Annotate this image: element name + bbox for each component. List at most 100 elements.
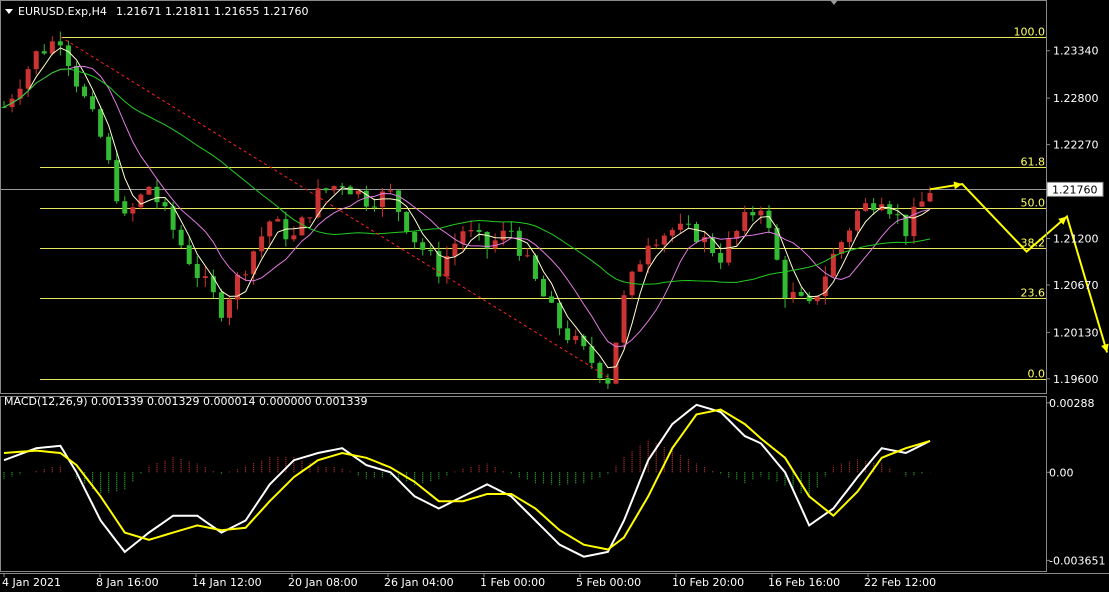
candle-body (758, 210, 764, 216)
candle-body (492, 240, 498, 249)
candle-body (573, 335, 579, 341)
candle-body (57, 41, 63, 46)
candle-body (919, 201, 925, 207)
macd-panel-frame (0, 396, 1047, 572)
candle-body (106, 136, 112, 161)
candle-body (162, 202, 168, 207)
candle-body (98, 109, 104, 137)
candle-body (339, 186, 345, 188)
candle-body (65, 45, 71, 66)
time-tick-label: 26 Jan 04:00 (384, 576, 454, 589)
candle-body (677, 223, 683, 230)
candle-body (307, 217, 313, 219)
candle-body (347, 186, 353, 195)
candle-body (122, 201, 128, 214)
candle-body (653, 244, 659, 246)
candle-body (790, 292, 796, 299)
candle-body (178, 229, 184, 246)
macd-tick-label: -0.003651 (1049, 554, 1105, 567)
candle-body (871, 203, 877, 211)
candle-body (621, 295, 627, 343)
axes: 1.23340 1.22800 1.22270 1.21760 1.21200 1.206… (0, 0, 1109, 589)
triangle-down-icon (5, 9, 13, 14)
candle-body (275, 219, 281, 222)
candle-body (887, 204, 893, 215)
time-tick-label: 1 Feb 00:00 (480, 576, 545, 589)
candle-body (371, 206, 377, 208)
candle-body (468, 230, 474, 232)
candle-body (524, 255, 530, 257)
candle-body (259, 236, 265, 252)
macd-tick-label: 0.00288 (1049, 397, 1095, 410)
candle-body (549, 296, 555, 303)
candle-body (605, 378, 611, 384)
price-tick-label: 1.21200 (1053, 232, 1099, 245)
candle-body (267, 221, 273, 237)
forecast-arrowhead-icon (953, 181, 963, 190)
price-tick-label: 1.19600 (1053, 373, 1099, 386)
time-tick-label: 5 Feb 00:00 (576, 576, 641, 589)
candle-body (661, 235, 667, 245)
current-price-label: 1.21760 (1052, 183, 1098, 196)
candle-body (750, 212, 756, 216)
candle-body (500, 230, 506, 241)
time-tick-label: 20 Jan 08:00 (288, 576, 358, 589)
candle-body (420, 242, 426, 250)
candle-body (90, 96, 96, 110)
candle-body (388, 190, 394, 192)
time-tick-label: 4 Jan 2021 (2, 576, 61, 589)
candle-body (202, 276, 208, 279)
signal-line (3, 408, 931, 551)
candle-body (565, 328, 571, 341)
candle-body (927, 193, 933, 202)
candle-body (460, 231, 466, 244)
macd-title: MACD(12,26,9) 0.001339 0.001329 0.000014… (4, 395, 367, 408)
candle-body (33, 51, 39, 70)
candle-body (323, 188, 329, 191)
time-tick-label: 22 Feb 12:00 (864, 576, 936, 589)
candle-body (855, 210, 861, 231)
candle-body (428, 249, 434, 252)
candle-body (146, 186, 152, 195)
candle-body (846, 230, 852, 243)
fib-label-0.0: 0.0 (1028, 368, 1046, 381)
price-chart[interactable]: 100.061.850.038.223.60.0 1.233401.228001… (0, 0, 1109, 592)
macd-tick-label: 0.00 (1049, 466, 1074, 479)
ma-fast-line (3, 47, 931, 369)
fib-label-61.8: 61.8 (1021, 156, 1046, 169)
candle-body (444, 256, 450, 277)
candle-body (73, 65, 79, 87)
candle-body (798, 292, 804, 296)
shift-marker-icon (830, 0, 838, 5)
candle-body (782, 259, 788, 299)
candle-body (291, 235, 297, 240)
candle-body (742, 212, 748, 231)
candle-body (637, 264, 643, 272)
time-tick-label: 8 Jan 16:00 (96, 576, 159, 589)
candle-body (243, 274, 249, 276)
candle-body (82, 86, 88, 97)
candle-body (412, 231, 418, 243)
candle-body (299, 217, 305, 236)
candle-body (645, 245, 651, 265)
fib-label-100.0: 100.0 (1014, 26, 1046, 39)
candle-body (540, 278, 546, 297)
price-tick-label: 1.20670 (1053, 279, 1099, 292)
candle-body (114, 160, 120, 202)
candle-body (154, 186, 160, 203)
ma-slow-line (3, 68, 931, 285)
price-tick-label: 1.23340 (1053, 45, 1099, 58)
candle-body (557, 302, 563, 329)
chart-overlays (60, 36, 1109, 378)
candle-body (355, 190, 361, 195)
price-tick-label: 1.20130 (1053, 326, 1099, 339)
chart-title: EURUSD.Exp,H4 (18, 5, 107, 18)
candle-body (516, 230, 522, 256)
candle-body (895, 214, 901, 216)
candle-body (194, 264, 200, 279)
candle-body (669, 229, 675, 236)
price-tick-label: 1.22270 (1053, 139, 1099, 152)
candle-body (863, 203, 869, 211)
candles (1, 31, 933, 390)
candle-body (911, 206, 917, 237)
